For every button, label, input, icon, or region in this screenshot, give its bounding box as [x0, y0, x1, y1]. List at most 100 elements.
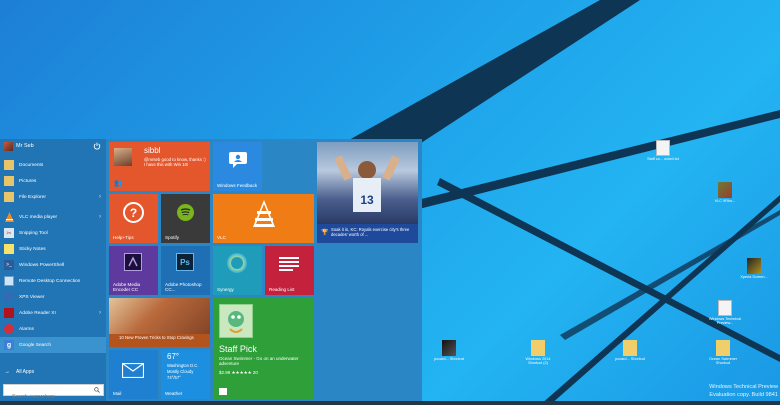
tile-store[interactable]: Staff Pick Ocean Swimmer - Go on an unde… [213, 298, 314, 399]
desktop-icon-folder-shortcut-3[interactable]: Ocean Swimmer Shortcut [706, 340, 740, 366]
evaluation-watermark: Windows Technical Preview Evaluation cop… [709, 383, 778, 399]
app-item-label: Snipping Tool [19, 230, 48, 236]
folder-shortcut-icon [531, 340, 545, 356]
vlc-icon [4, 212, 14, 222]
desktop-icon-label: Staff co... w4w4.txt [647, 157, 679, 161]
weather-temp: 67° [167, 352, 180, 361]
desktop-icon-label: pccard... Shortcut [615, 357, 645, 361]
pinned-apps-list: Documents Pictures File Explorer › VLC m… [0, 157, 106, 353]
tile-mail[interactable]: Mail [109, 350, 158, 399]
tile-weather[interactable]: 67° Washington D.C. Mostly Cloudy 74°/57… [161, 350, 210, 399]
app-item-pictures[interactable]: Pictures [0, 173, 106, 189]
desktop-icon-shortcut-1[interactable]: Xperia Screen... [737, 258, 771, 279]
app-item-remote-desktop[interactable]: Remote Desktop Connection [0, 273, 106, 289]
help-icon: ? [123, 202, 144, 223]
desktop-icon-image-file[interactable]: VLC 9Rho... [708, 182, 742, 203]
store-price-rating: $2.99 ★★★★★ 20 [219, 370, 258, 375]
alarm-icon [4, 324, 14, 334]
folder-icon [4, 160, 14, 170]
feedback-icon [227, 150, 249, 170]
tile-windows-feedback[interactable]: Windows Feedback [213, 142, 262, 191]
all-apps-label: All Apps [16, 369, 35, 375]
media-encoder-icon [124, 253, 142, 271]
people-icon: 👥 [114, 180, 123, 187]
tile-synergy[interactable]: Synergy [213, 246, 262, 295]
trophy-icon: 🏆 [321, 230, 329, 236]
text-file-icon [718, 300, 732, 316]
search-icon[interactable] [94, 387, 100, 393]
tile-news[interactable]: 13 🏆 Soak it in, KC: Royals exercise cit… [317, 142, 418, 243]
app-item-label: Remote Desktop Connection [19, 278, 81, 284]
mail-icon [122, 362, 144, 378]
tile-label: VLC [217, 234, 226, 240]
desktop-icon-label: Windows 2014 Shortcut (2) [525, 357, 551, 366]
tile-label: Weather [165, 390, 183, 396]
chevron-right-icon[interactable]: › [99, 194, 101, 200]
shortcut-icon [747, 258, 761, 274]
chevron-right-icon[interactable]: › [99, 214, 101, 220]
shortcut-icon [442, 340, 456, 356]
food-caption-bar: 10 New Proven Tricks to Stop Cravings [109, 334, 210, 347]
desktop-icon-label: Ocean Swimmer Shortcut [708, 357, 738, 366]
tile-adobe-photoshop[interactable]: Ps Adobe Photoshop CC... [161, 246, 210, 295]
spotify-icon [177, 204, 194, 221]
tile-label: Spotify [165, 234, 180, 240]
app-item-google-search[interactable]: g Google Search [0, 337, 106, 353]
desktop-icon-shortcut-2[interactable]: pccard... Shortcut [432, 340, 466, 361]
app-item-sticky-notes[interactable]: Sticky Notes [0, 241, 106, 257]
app-item-label: XPS Viewer [19, 294, 45, 300]
image-file-icon [718, 182, 732, 198]
app-item-xps-viewer[interactable]: XPS Viewer [0, 289, 106, 305]
desktop-icon-label: Xperia Screen... [740, 275, 768, 279]
news-photo: 13 [317, 142, 418, 224]
desktop-icon-label: VLC 9Rho... [714, 199, 736, 203]
desktop-icon-text-file-1[interactable]: Staff co... w4w4.txt [646, 140, 680, 161]
app-item-vlc[interactable]: VLC media player › [0, 209, 106, 225]
start-menu-left-column: Mr Seb Documents Pictures File Explorer … [0, 139, 106, 402]
tile-help-tips[interactable]: ? Help+Tips [109, 194, 158, 243]
app-item-label: Google Search [19, 342, 51, 348]
app-item-snipping-tool[interactable]: ✂ Snipping Tool [0, 225, 106, 241]
chevron-right-icon[interactable]: › [99, 310, 101, 316]
desktop-icon-folder-shortcut-1[interactable]: Windows 2014 Shortcut (2) [521, 340, 555, 366]
photoshop-icon: Ps [176, 253, 194, 271]
store-app-icon [219, 304, 253, 338]
app-item-powershell[interactable]: >_ Windows PowerShell [0, 257, 106, 273]
tile-label: Help+Tips [113, 234, 134, 240]
tile-vlc[interactable]: VLC [213, 194, 314, 243]
vlc-icon [251, 198, 277, 230]
app-item-alarms[interactable]: Alarms [0, 321, 106, 337]
app-item-label: File Explorer [19, 194, 46, 200]
folder-icon [4, 192, 14, 202]
all-apps-link[interactable]: → All Apps [4, 369, 34, 375]
folder-shortcut-icon [716, 340, 730, 356]
desktop-icon-folder-shortcut-2[interactable]: pccard... Shortcut [613, 340, 647, 361]
app-item-documents[interactable]: Documents [0, 157, 106, 173]
desktop-icon-label: pccard... Shortcut [434, 357, 464, 361]
tile-spotify[interactable]: Spotify [161, 194, 210, 243]
search-box[interactable] [3, 384, 104, 402]
user-account[interactable]: Mr Seb [0, 139, 106, 155]
people-message: @mrseb good to know, thanks :) I have th… [144, 157, 206, 168]
watermark-line-1: Windows Technical Preview [709, 384, 778, 390]
power-icon[interactable] [93, 142, 101, 150]
desktop-icon-text-file-2[interactable]: Windows Technical Preview... [708, 300, 742, 326]
tile-reading-list[interactable]: Reading List [265, 246, 314, 295]
tile-food-drink[interactable]: 10 New Proven Tricks to Stop Cravings [109, 298, 210, 347]
synergy-icon [227, 253, 247, 273]
news-caption-bar: 🏆 Soak it in, KC: Royals exercise city's… [317, 224, 418, 243]
news-caption: Soak it in, KC: Royals exercise city's t… [331, 227, 410, 237]
tile-label: Windows Feedback [217, 182, 258, 188]
food-caption: 10 New Proven Tricks to Stop Cravings [119, 335, 194, 340]
app-item-file-explorer[interactable]: File Explorer › [0, 189, 106, 205]
tile-people[interactable]: sibbl @mrseb good to know, thanks :) I h… [109, 142, 210, 191]
reading-list-icon [279, 256, 299, 272]
watermark-line-2: Evaluation copy. Build 9841 [709, 392, 778, 398]
document-icon [4, 292, 14, 302]
app-item-adobe-reader[interactable]: Adobe Reader XI › [0, 305, 106, 321]
tile-adobe-media-encoder[interactable]: Adobe Media Encoder CC [109, 246, 158, 295]
monitor-icon [4, 276, 14, 286]
tile-label: Reading List [269, 286, 295, 292]
store-icon [219, 388, 227, 395]
app-item-label: Windows PowerShell [19, 262, 65, 268]
